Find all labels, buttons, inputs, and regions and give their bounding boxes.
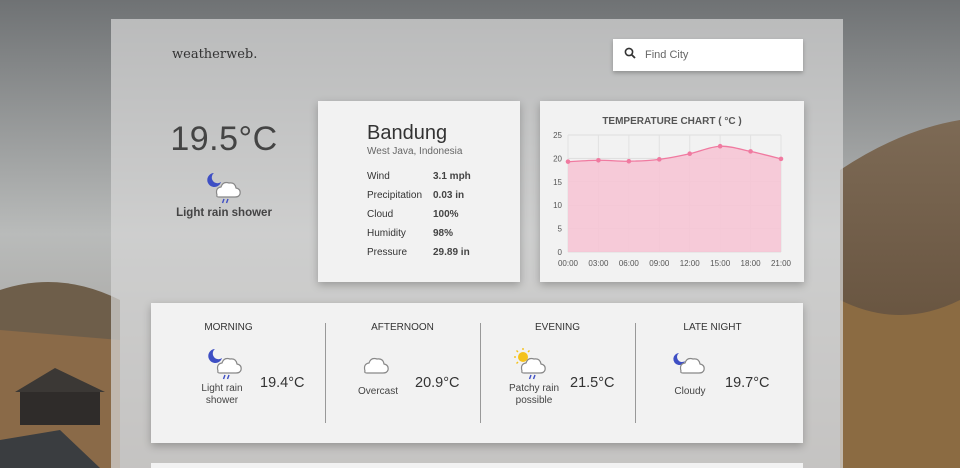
region-name: West Java, Indonesia <box>367 146 463 157</box>
chart-data-point <box>748 149 753 154</box>
chart-y-tick-label: 5 <box>558 225 563 234</box>
temperature-chart-card: TEMPERATURE CHART ( °C ) 0 5 10 15 20 25 00:00… <box>540 101 804 282</box>
forecast-temperature: 19.7°C <box>725 375 770 391</box>
detail-row-cloud: Cloud 100% <box>367 205 471 224</box>
chart-data-point <box>687 151 693 157</box>
chart-x-tick-label: 03:00 <box>588 259 609 268</box>
forecast-afternoon[interactable]: AFTERNOON Overcast 20.9°C <box>325 303 480 443</box>
location-details-card: Bandung West Java, Indonesia Wind 3.1 mp… <box>318 101 520 282</box>
chart-data-point <box>778 156 784 162</box>
chart-x-tick-label: 21:00 <box>771 259 792 268</box>
forecast-period: AFTERNOON <box>371 322 434 333</box>
detail-row-wind: Wind 3.1 mph <box>367 167 471 186</box>
detail-label: Cloud <box>367 209 394 220</box>
forecast-period: EVENING <box>534 322 580 333</box>
current-conditions: 19.5°C Light rain shower <box>160 120 288 219</box>
chart-y-tick-label: 25 <box>553 131 562 140</box>
chart-x-tick-label: 06:00 <box>619 259 640 268</box>
chart-data-point <box>717 143 723 149</box>
forecast-temperature: 19.4°C <box>260 375 305 391</box>
forecast-card: MORNING Light rain shower 19.4°C AFTERNO… <box>151 303 803 443</box>
moon-rain-cloud-icon <box>205 347 245 381</box>
detail-value: 3.1 mph <box>433 171 471 182</box>
forecast-period: LATE NIGHT <box>683 322 742 333</box>
current-condition-label: Light rain shower <box>176 207 272 219</box>
detail-value: 0.03 in <box>433 190 465 201</box>
next-card-edge <box>151 463 803 468</box>
detail-value: 98% <box>433 228 454 239</box>
detail-label: Wind <box>367 171 390 182</box>
chart-x-tick-label: 09:00 <box>649 259 670 268</box>
detail-row-pressure: Pressure 29.89 in <box>367 243 471 262</box>
forecast-period: MORNING <box>204 322 253 333</box>
chart-y-tick-label: 0 <box>558 248 563 257</box>
brand-logo[interactable]: weatherweb. <box>172 47 257 62</box>
forecast-condition: Overcast <box>357 386 398 397</box>
chart-data-point <box>565 159 571 164</box>
moon-rain-cloud-icon <box>204 171 244 205</box>
detail-label: Humidity <box>367 228 406 239</box>
forecast-condition: Patchy rain possible <box>508 383 560 406</box>
chart-y-tick-label: 15 <box>553 178 562 187</box>
chart-x-tick-label: 00:00 <box>558 259 579 268</box>
chart-x-tick-label: 12:00 <box>680 259 701 268</box>
detail-row-precipitation: Precipitation 0.03 in <box>367 186 471 205</box>
details-table: Wind 3.1 mph Precipitation 0.03 in Cloud… <box>367 167 471 262</box>
forecast-condition: Cloudy <box>674 386 706 397</box>
chart-data-point <box>626 158 632 164</box>
forecast-temperature: 20.9°C <box>415 375 460 391</box>
chart-data-point <box>656 157 662 162</box>
moon-cloud-icon <box>671 347 711 381</box>
city-search-input[interactable] <box>645 49 785 61</box>
detail-label: Precipitation <box>367 190 423 201</box>
forecast-late-night[interactable]: LATE NIGHT Cloudy 19.7°C <box>635 303 790 443</box>
chart-area-fill <box>568 146 781 252</box>
search-icon[interactable] <box>624 46 636 64</box>
detail-row-humidity: Humidity 98% <box>367 224 471 243</box>
forecast-condition: Light rain shower <box>201 383 243 406</box>
city-name: Bandung <box>367 122 448 144</box>
sun-rain-cloud-icon <box>513 347 553 381</box>
temperature-chart: 0 5 10 15 20 25 00:00 03:00 06:00 09:00 12:00 15:00… <box>553 131 792 268</box>
detail-label: Pressure <box>367 247 408 258</box>
forecast-temperature: 21.5°C <box>570 375 615 391</box>
detail-value: 100% <box>433 209 459 220</box>
chart-x-tick-label: 18:00 <box>741 259 762 268</box>
detail-value: 29.89 in <box>433 247 470 258</box>
chart-data-point <box>596 157 601 163</box>
forecast-morning[interactable]: MORNING Light rain shower 19.4°C <box>151 303 306 443</box>
chart-y-tick-label: 20 <box>553 154 562 163</box>
cloud-icon <box>360 347 400 381</box>
chart-y-tick-label: 10 <box>553 201 562 210</box>
current-temperature: 19.5°C <box>170 120 278 158</box>
city-search-box[interactable] <box>613 39 803 71</box>
forecast-evening[interactable]: EVENING Patchy rain possible 21.5°C <box>480 303 635 443</box>
chart-x-tick-label: 15:00 <box>710 259 731 268</box>
